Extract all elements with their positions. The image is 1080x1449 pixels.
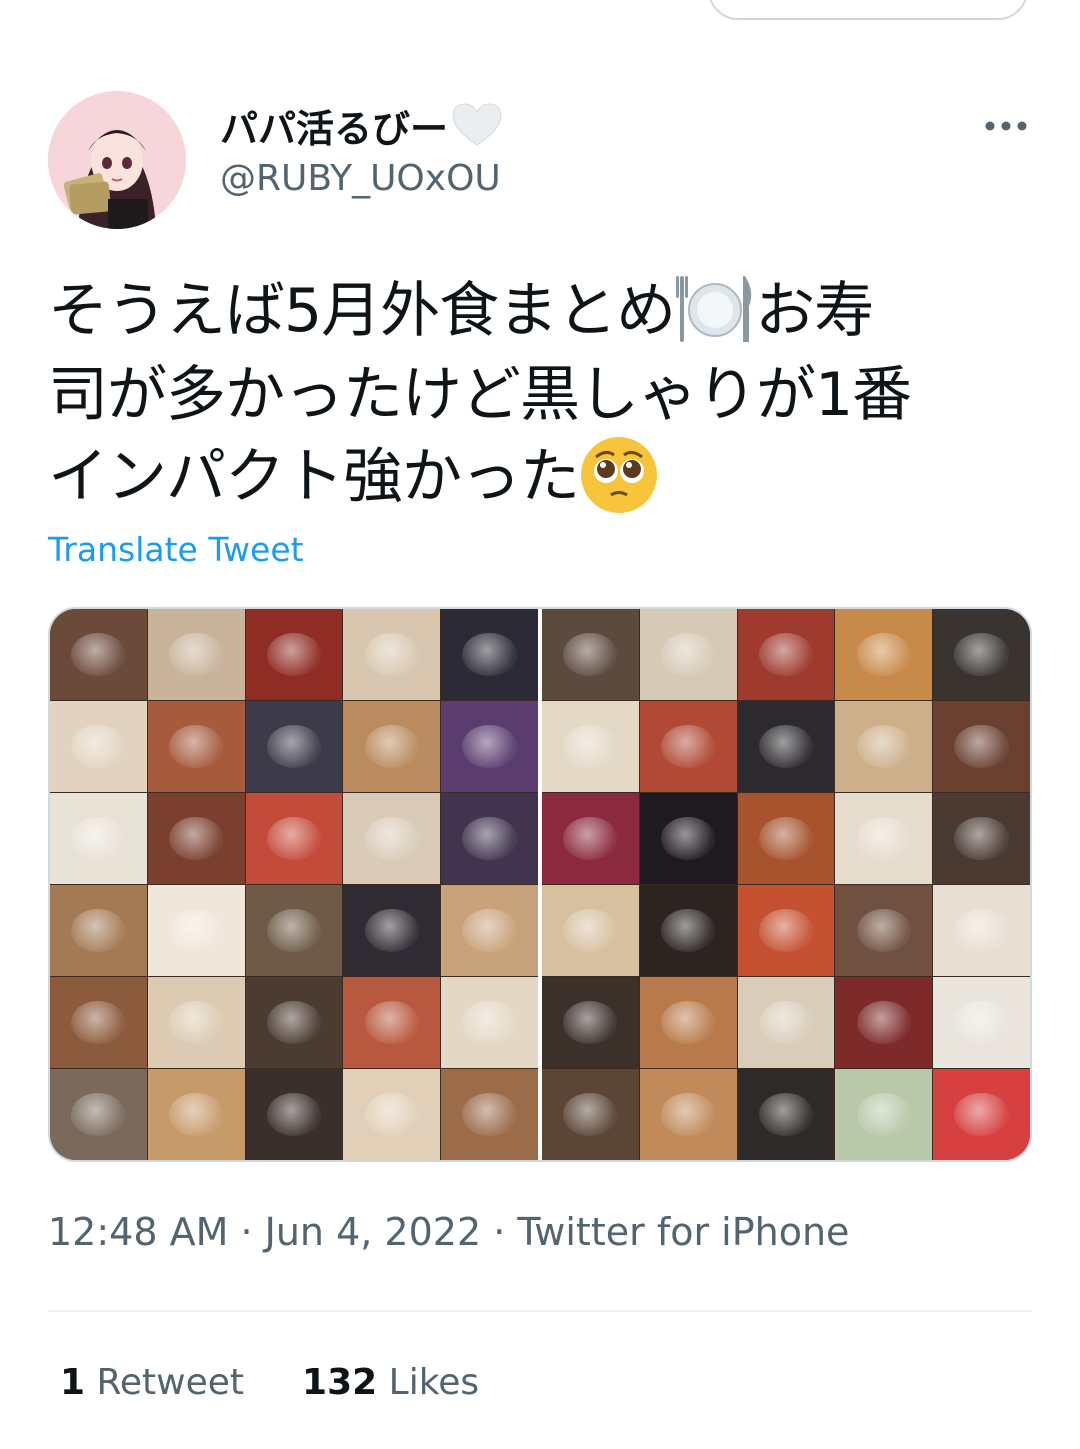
tweet-text-line-2: 司が多かったけど黒しゃりが1番 bbox=[48, 360, 912, 431]
collage-tile bbox=[343, 977, 441, 1068]
collage-tile bbox=[50, 609, 147, 700]
collage-tile bbox=[441, 609, 538, 700]
more-options-icon[interactable] bbox=[984, 118, 1028, 134]
collage-tile bbox=[245, 977, 343, 1068]
collage-tile bbox=[542, 885, 639, 976]
collage-tile bbox=[737, 885, 835, 976]
collage-tile bbox=[542, 977, 639, 1068]
collage-tile bbox=[245, 701, 343, 792]
tweet-text-segment: そうえば5月外食まとめ bbox=[48, 276, 676, 346]
collage-tile bbox=[343, 1069, 441, 1160]
separator: · bbox=[228, 1210, 265, 1254]
tweet-text-segment: お寿 bbox=[755, 276, 874, 346]
follow-button-partial[interactable] bbox=[708, 0, 1028, 20]
collage-tile bbox=[343, 609, 441, 700]
collage-tile bbox=[639, 885, 737, 976]
avatar[interactable] bbox=[48, 91, 186, 229]
collage-tile bbox=[441, 885, 538, 976]
display-name[interactable]: パパ活るびー bbox=[220, 98, 448, 153]
collage-tile bbox=[441, 701, 538, 792]
collage-tile bbox=[147, 793, 245, 884]
collage-tile bbox=[542, 1069, 639, 1160]
tweet-date[interactable]: Jun 4, 2022 bbox=[265, 1210, 482, 1254]
collage-tile bbox=[835, 701, 933, 792]
collage-tile bbox=[835, 977, 933, 1068]
collage-tile bbox=[737, 1069, 835, 1160]
collage-tile bbox=[933, 977, 1030, 1068]
collage-tile bbox=[50, 1069, 147, 1160]
collage-tile bbox=[245, 885, 343, 976]
collage-tile bbox=[50, 977, 147, 1068]
collage-tile bbox=[50, 885, 147, 976]
display-name-row[interactable]: パパ活るびー bbox=[220, 98, 504, 153]
tweet-text-segment: インパクト強かった bbox=[48, 442, 580, 513]
retweets-count: 1 bbox=[60, 1362, 86, 1403]
collage-tile bbox=[441, 977, 538, 1068]
collage-tile bbox=[933, 701, 1030, 792]
collage-tile bbox=[245, 1069, 343, 1160]
collage-tile bbox=[50, 793, 147, 884]
collage-tile bbox=[542, 701, 639, 792]
likes-label: Likes bbox=[388, 1362, 480, 1403]
collage-tile bbox=[639, 1069, 737, 1160]
likes-count: 132 bbox=[302, 1362, 378, 1403]
likes-stat[interactable]: 132 Likes bbox=[302, 1362, 479, 1403]
collage-tile bbox=[933, 793, 1030, 884]
collage-tile bbox=[147, 1069, 245, 1160]
tweet-source[interactable]: Twitter for iPhone bbox=[517, 1210, 849, 1254]
collage-tile bbox=[147, 609, 245, 700]
retweets-label: Retweet bbox=[96, 1362, 245, 1403]
food-collage-photo[interactable] bbox=[542, 609, 1030, 1160]
pleading-face-icon bbox=[581, 436, 657, 513]
collage-tile bbox=[835, 793, 933, 884]
collage-tile bbox=[542, 793, 639, 884]
translate-tweet-link[interactable]: Translate Tweet bbox=[48, 530, 304, 569]
collage-tile bbox=[639, 701, 737, 792]
collage-tile bbox=[343, 701, 441, 792]
collage-tile bbox=[933, 1069, 1030, 1160]
collage-tile bbox=[835, 885, 933, 976]
collage-tile bbox=[737, 977, 835, 1068]
collage-tile bbox=[639, 793, 737, 884]
tweet-text-line-3: インパクト強かった bbox=[48, 436, 1032, 520]
user-handle[interactable]: @RUBY_UOxOU bbox=[220, 158, 501, 199]
collage-tile bbox=[343, 885, 441, 976]
collage-tile bbox=[147, 977, 245, 1068]
collage-tile bbox=[835, 609, 933, 700]
tweet-text: そうえば5月外食まとめ お寿 司が多かったけど黒しゃりが1番 インパクト強かった bbox=[48, 270, 1032, 521]
collage-tile bbox=[147, 885, 245, 976]
collage-tile bbox=[441, 1069, 538, 1160]
collage-tile bbox=[737, 793, 835, 884]
tweet-stats: 1 Retweet 132 Likes bbox=[60, 1362, 479, 1403]
collage-tile bbox=[245, 793, 343, 884]
white-heart-icon bbox=[452, 103, 502, 146]
tweet-text-line-1: そうえば5月外食まとめ お寿 bbox=[48, 270, 1032, 354]
collage-tile bbox=[737, 609, 835, 700]
collage-tile bbox=[835, 1069, 933, 1160]
retweets-stat[interactable]: 1 Retweet bbox=[60, 1362, 244, 1403]
collage-tile bbox=[737, 701, 835, 792]
collage-tile bbox=[542, 609, 639, 700]
divider bbox=[48, 1310, 1032, 1312]
collage-tile bbox=[639, 609, 737, 700]
fork-knife-plate-icon bbox=[676, 276, 752, 343]
collage-tile bbox=[933, 885, 1030, 976]
tweet-media bbox=[48, 607, 1032, 1162]
collage-tile bbox=[50, 701, 147, 792]
collage-tile bbox=[441, 793, 538, 884]
collage-tile bbox=[245, 609, 343, 700]
food-collage-photo[interactable] bbox=[50, 609, 538, 1160]
tweet-time[interactable]: 12:48 AM bbox=[48, 1210, 228, 1254]
separator: · bbox=[481, 1210, 518, 1254]
collage-tile bbox=[343, 793, 441, 884]
collage-tile bbox=[639, 977, 737, 1068]
collage-tile bbox=[147, 701, 245, 792]
collage-tile bbox=[933, 609, 1030, 700]
tweet-timestamp[interactable]: 12:48 AM · Jun 4, 2022 · Twitter for iPh… bbox=[48, 1210, 849, 1254]
